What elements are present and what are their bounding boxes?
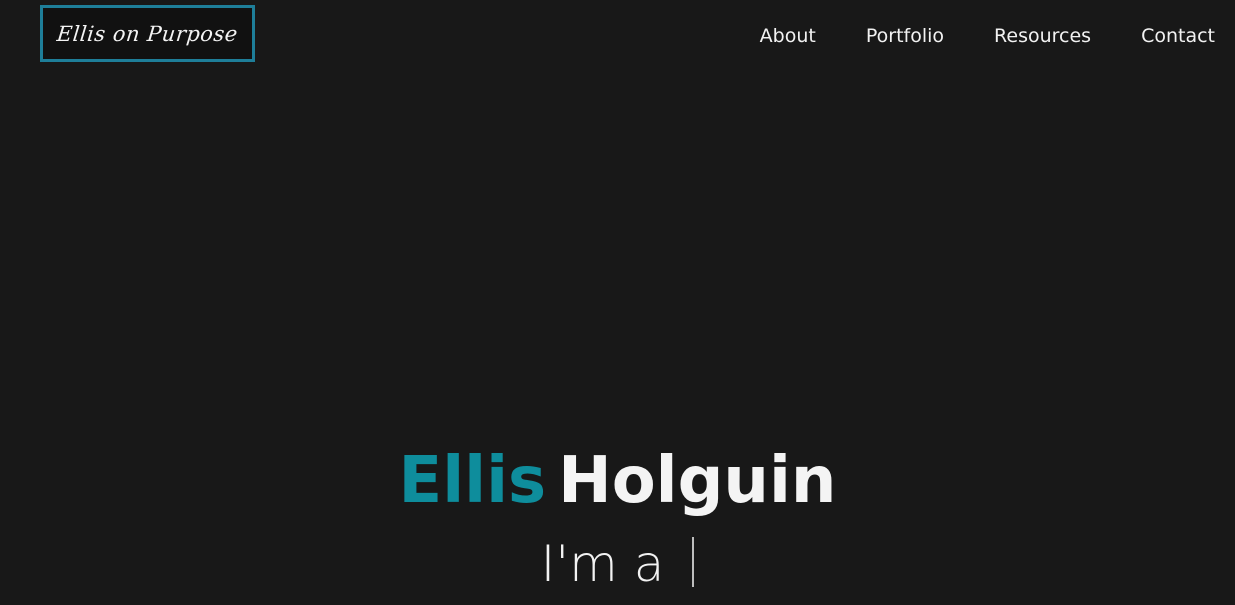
main-nav: About Portfolio Resources Contact [760, 0, 1215, 72]
nav-portfolio[interactable]: Portfolio [866, 25, 944, 47]
hero-last-name: Holguin [558, 444, 837, 518]
nav-contact[interactable]: Contact [1141, 25, 1215, 47]
site-logo[interactable]: Ellis on Purpose [40, 5, 255, 62]
nav-resources[interactable]: Resources [994, 25, 1091, 47]
hero-tagline: I'm a [0, 532, 1235, 596]
hero-name: Ellis Holguin [0, 441, 1235, 521]
tagline-text: I'm a [540, 535, 665, 593]
hero-first-name: Ellis [398, 444, 547, 518]
nav-about[interactable]: About [760, 25, 816, 47]
typing-cursor [692, 537, 695, 587]
logo-text: Ellis on Purpose [55, 21, 240, 46]
